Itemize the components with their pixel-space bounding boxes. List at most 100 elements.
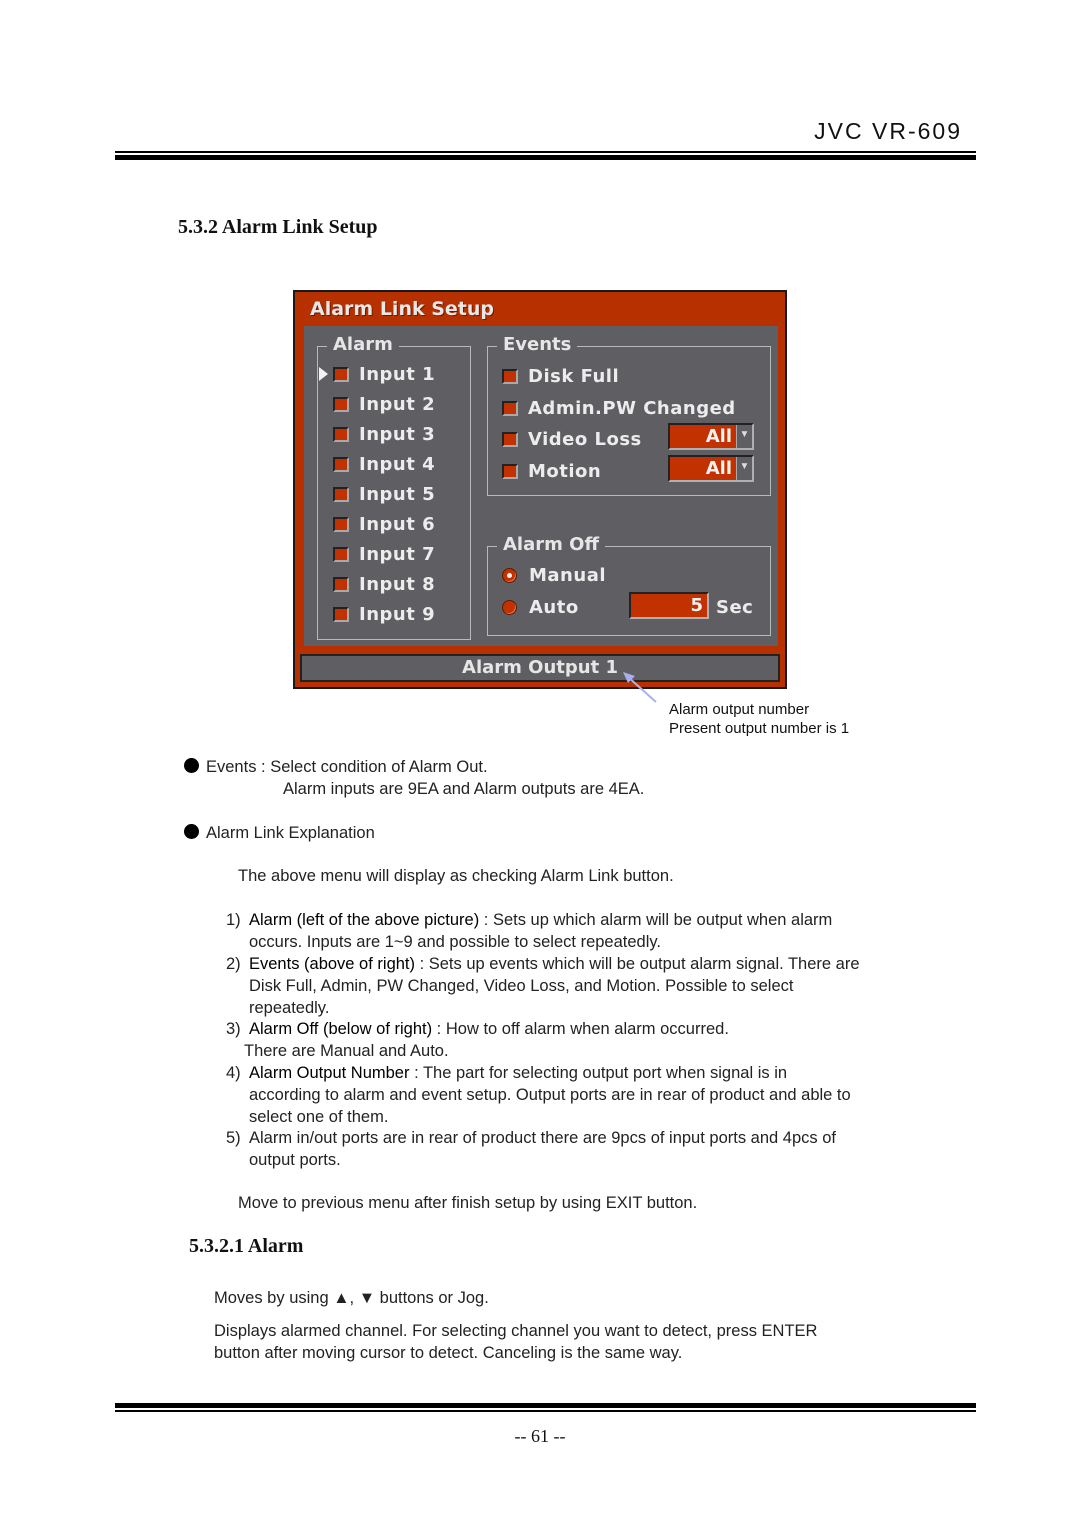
annotation-line-1: Alarm output number [669, 701, 810, 718]
checkbox[interactable] [502, 368, 518, 384]
event-video-loss[interactable]: Video Loss [502, 427, 642, 451]
bullet-events: Events : Select condition of Alarm Out. [184, 756, 488, 778]
checkbox[interactable] [502, 400, 518, 416]
list-item: 4) Alarm Output Number : The part for sel… [226, 1062, 966, 1128]
subsection-title: 5.3.2.1 Alarm [189, 1235, 304, 1257]
alarm-off-group-legend: Alarm Off [497, 533, 606, 557]
header-rule-thin [115, 151, 976, 153]
list-item: 1) Alarm (left of the above picture) : Se… [226, 909, 966, 953]
event-label: Video Loss [528, 428, 642, 450]
radio-selected[interactable] [502, 567, 517, 583]
alarm-input-2[interactable]: Input 2 [333, 392, 435, 416]
subsection-p1: Moves by using ▲, ▼ buttons or Jog. [214, 1289, 489, 1307]
list-text: : Sets up events which will be output al… [415, 955, 860, 973]
alarm-input-label: Input 2 [359, 393, 436, 415]
event-label: Motion [528, 460, 602, 482]
list-item: 3) Alarm Off (below of right) : How to of… [226, 1018, 966, 1062]
bullet-text: Alarm Link Explanation [206, 824, 375, 842]
list-item: 2) Events (above of right) : Sets up even… [226, 953, 966, 1019]
auto-seconds-input[interactable]: 5 [629, 592, 709, 619]
radio-unselected[interactable] [502, 599, 517, 615]
checkbox[interactable] [333, 486, 349, 502]
alarm-off-auto[interactable]: Auto [502, 595, 579, 619]
list-number: 5) [226, 1129, 241, 1147]
list-text: Alarm in/out ports are in rear of produc… [249, 1129, 836, 1147]
checkbox[interactable] [333, 516, 349, 532]
checkbox[interactable] [333, 456, 349, 472]
footer-rule-thin [115, 1410, 976, 1412]
list-item-first-line: 3) Alarm Off (below of right) : How to of… [226, 1018, 966, 1040]
alarm-off-manual[interactable]: Manual [502, 563, 606, 587]
checkbox[interactable] [502, 463, 518, 479]
header-rule-thick [115, 155, 976, 160]
checkbox[interactable] [333, 396, 349, 412]
outro-text: Move to previous menu after finish setup… [238, 1194, 698, 1212]
alarm-input-label: Input 5 [359, 483, 436, 505]
alarm-input-3[interactable]: Input 3 [333, 422, 435, 446]
list-number: 4) [226, 1064, 241, 1082]
alarm-input-8[interactable]: Input 8 [333, 572, 435, 596]
alarm-output-selector[interactable]: Alarm Output 1 [300, 654, 780, 682]
checkbox[interactable] [333, 576, 349, 592]
list-continuation: There are Manual and Auto. [244, 1042, 449, 1060]
radio-label: Manual [529, 564, 607, 586]
alarm-off-group: Alarm Off Manual Auto 5 Sec [487, 533, 771, 636]
chevron-down-icon[interactable]: ▼ [736, 457, 752, 480]
page-number: -- 61 -- [514, 1426, 566, 1446]
alarm-link-setup-screen: Alarm Link Setup Alarm Input 1 Input 2 Inp… [293, 290, 787, 689]
bullet-events-sub: Alarm inputs are 9EA and Alarm outputs a… [283, 780, 645, 798]
motion-dropdown[interactable]: All ▼ [668, 455, 754, 482]
alarm-input-9[interactable]: Input 9 [333, 602, 435, 626]
alarm-input-5[interactable]: Input 5 [333, 482, 435, 506]
chevron-down-icon[interactable]: ▼ [736, 425, 752, 448]
alarm-input-7[interactable]: Input 7 [333, 542, 435, 566]
event-label: Disk Full [528, 365, 620, 387]
alarm-input-label: Input 6 [359, 513, 436, 535]
list-item-first-line: 5) Alarm in/out ports are in rear of prod… [226, 1127, 966, 1149]
bullet-explanation: Alarm Link Explanation [184, 822, 375, 844]
list-continuation: select one of them. [249, 1108, 389, 1126]
footer-rule-thick [115, 1403, 976, 1408]
alarm-input-label: Input 1 [359, 363, 436, 385]
list-item-first-line: 2) Events (above of right) : Sets up even… [226, 953, 966, 975]
list-term: Alarm Off (below of right) [249, 1020, 433, 1038]
alarm-input-label: Input 7 [359, 543, 436, 565]
checkbox[interactable] [333, 366, 349, 382]
cursor-arrow-icon [319, 367, 328, 381]
list-item-first-line: 4) Alarm Output Number : The part for sel… [226, 1062, 966, 1084]
list-continuation: according to alarm and event setup. Outp… [249, 1086, 851, 1104]
list-term: Events (above of right) [249, 955, 415, 973]
list-item: 5) Alarm in/out ports are in rear of prod… [226, 1127, 966, 1171]
alarm-input-1[interactable]: Input 1 [319, 362, 436, 386]
bullet-icon [184, 824, 199, 839]
list-text: : Sets up which alarm will be output whe… [479, 911, 833, 929]
dropdown-value: All [670, 457, 736, 480]
list-continuation: occurs. Inputs are 1~9 and possible to s… [249, 933, 661, 951]
alarm-input-6[interactable]: Input 6 [333, 512, 435, 536]
bullet-text: Events : Select condition of Alarm Out. [206, 758, 488, 776]
video-loss-dropdown[interactable]: All ▼ [668, 423, 754, 450]
alarm-input-4[interactable]: Input 4 [333, 452, 435, 476]
list-text: : The part for selecting output port whe… [409, 1064, 788, 1082]
checkbox[interactable] [502, 431, 518, 447]
bullet-icon [184, 758, 199, 773]
list-item-first-line: 1) Alarm (left of the above picture) : Se… [226, 909, 966, 931]
list-number: 1) [226, 911, 241, 929]
alarm-group: Alarm Input 1 Input 2 Input 3 Input 4 Input … [317, 333, 471, 640]
event-disk-full[interactable]: Disk Full [502, 364, 619, 388]
list-continuation: Disk Full, Admin, PW Changed, Video Loss… [249, 977, 794, 995]
alarm-input-label: Input 3 [359, 423, 436, 445]
alarm-input-label: Input 8 [359, 573, 436, 595]
checkbox[interactable] [333, 606, 349, 622]
checkbox[interactable] [333, 546, 349, 562]
seconds-unit: Sec [716, 596, 754, 618]
list-continuation: output ports. [249, 1151, 341, 1169]
event-admin-pw-changed[interactable]: Admin.PW Changed [502, 396, 736, 420]
event-motion[interactable]: Motion [502, 459, 601, 483]
list-number: 3) [226, 1020, 241, 1038]
alarm-input-label: Input 9 [359, 603, 436, 625]
event-label: Admin.PW Changed [528, 397, 736, 419]
subsection-p2-line2: button after moving cursor to detect. Ca… [214, 1344, 683, 1362]
checkbox[interactable] [333, 426, 349, 442]
events-group-legend: Events [497, 333, 578, 357]
